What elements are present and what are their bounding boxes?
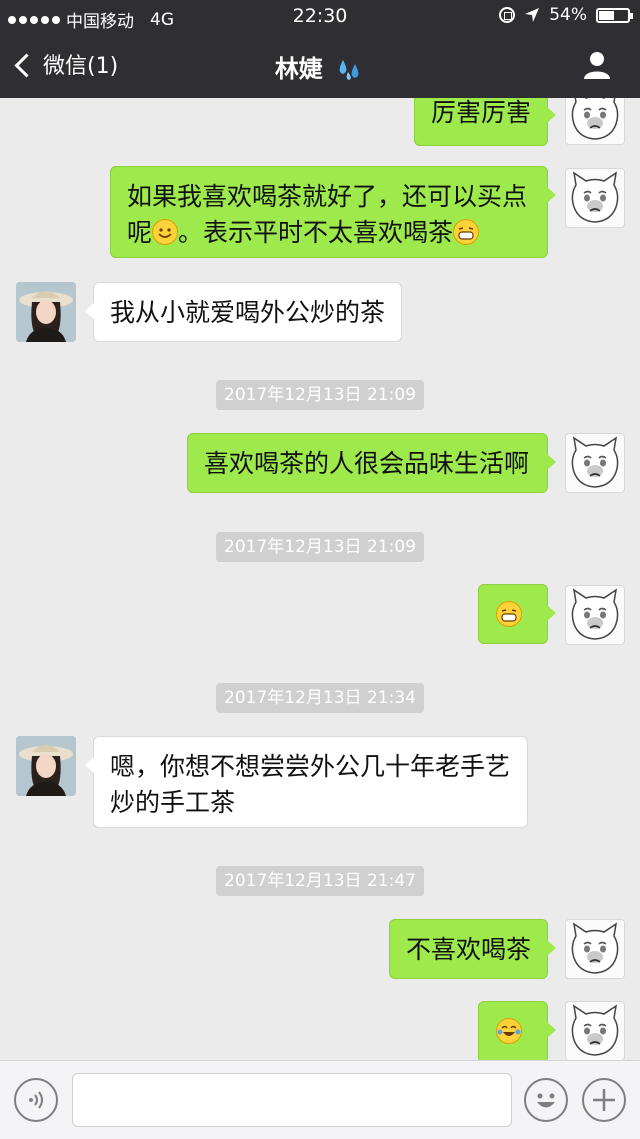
sweat-droplets-icon: [339, 60, 359, 80]
battery-percent: 54%: [549, 5, 587, 25]
message-bubble[interactable]: 喜欢喝茶的人很会品味生活啊: [187, 433, 556, 493]
chat-title: 林婕: [0, 49, 640, 84]
message-bubble[interactable]: 厉害厉害: [414, 98, 556, 146]
timestamp: 2017年12月13日 21:09: [216, 380, 424, 410]
chat-title-text: 林婕: [274, 55, 323, 83]
add-button[interactable]: [582, 1078, 626, 1122]
message-text: 不喜欢喝茶: [406, 935, 532, 964]
message-bubble[interactable]: 我从小就爱喝外公炒的茶: [85, 282, 402, 342]
contact-photo-icon: [16, 736, 76, 796]
my-avatar[interactable]: [565, 98, 625, 145]
my-avatar[interactable]: [565, 1001, 625, 1060]
nav-bar: 微信(1) 林婕: [0, 34, 640, 98]
emoji-icon: [537, 1093, 555, 1108]
status-bar: 中国移动 4G 22:30 54%: [0, 0, 640, 34]
plus-icon: [593, 1089, 615, 1111]
timestamp: 2017年12月13日 21:47: [216, 866, 424, 896]
tears-of-joy-emoji-icon: [496, 1018, 522, 1044]
my-avatar[interactable]: [565, 433, 625, 493]
input-bar: [0, 1060, 640, 1139]
message-list[interactable]: 厉害厉害 如果我喜欢喝茶就好了，还可以买点 呢。表示平时不太喜欢喝茶 我从小就爱…: [0, 98, 640, 1060]
message-bubble[interactable]: [478, 1001, 556, 1060]
message-text-fragment: 呢: [127, 218, 153, 247]
location-arrow-icon: [525, 8, 540, 22]
contact-avatar[interactable]: [16, 736, 76, 796]
timestamp: 2017年12月13日 21:34: [216, 683, 424, 713]
message-text: 嗯，你想不想尝尝外公几十年老手艺: [110, 752, 511, 781]
my-avatar[interactable]: [565, 168, 625, 228]
sad-cat-avatar-icon: [571, 922, 619, 974]
battery-icon: [596, 7, 633, 23]
grin-emoji-icon: [496, 601, 522, 627]
voice-button[interactable]: [14, 1078, 58, 1122]
grin-emoji-icon: [453, 219, 480, 245]
message-bubble[interactable]: 嗯，你想不想尝尝外公几十年老手艺 炒的手工茶: [85, 736, 528, 828]
sad-cat-avatar-icon: [571, 588, 619, 640]
contact-avatar[interactable]: [16, 282, 76, 342]
message-text: 喜欢喝茶的人很会品味生活啊: [204, 449, 530, 478]
my-avatar[interactable]: [565, 585, 625, 645]
timestamp: 2017年12月13日 21:09: [216, 532, 424, 562]
profile-icon[interactable]: [582, 50, 612, 80]
sad-cat-avatar-icon: [571, 171, 619, 223]
sad-cat-avatar-icon: [571, 98, 619, 140]
contact-photo-icon: [16, 282, 76, 342]
voice-icon: [29, 1091, 43, 1109]
message-bubble[interactable]: 如果我喜欢喝茶就好了，还可以买点 呢。表示平时不太喜欢喝茶: [110, 166, 556, 258]
message-text-line2: 炒的手工茶: [110, 788, 236, 817]
sad-cat-avatar-icon: [571, 436, 619, 488]
message-text-fragment: 。表示平时不太喜欢喝茶: [178, 218, 454, 247]
message-bubble[interactable]: 不喜欢喝茶: [389, 919, 556, 979]
message-input[interactable]: [72, 1073, 512, 1127]
message-text: 我从小就爱喝外公炒的茶: [110, 298, 386, 327]
message-bubble[interactable]: [478, 584, 556, 644]
my-avatar[interactable]: [565, 919, 625, 979]
emoji-button[interactable]: [524, 1078, 568, 1122]
message-text-line2: 呢。表示平时不太喜欢喝茶: [127, 215, 531, 251]
message-text: 厉害厉害: [431, 98, 532, 127]
top-bar: 中国移动 4G 22:30 54% 微信(1) 林婕: [0, 0, 640, 98]
smile-emoji-icon: [152, 219, 179, 245]
orientation-lock-icon: [499, 7, 516, 23]
sad-cat-avatar-icon: [571, 1004, 619, 1056]
message-text: 如果我喜欢喝茶就好了，还可以买点: [127, 182, 528, 211]
